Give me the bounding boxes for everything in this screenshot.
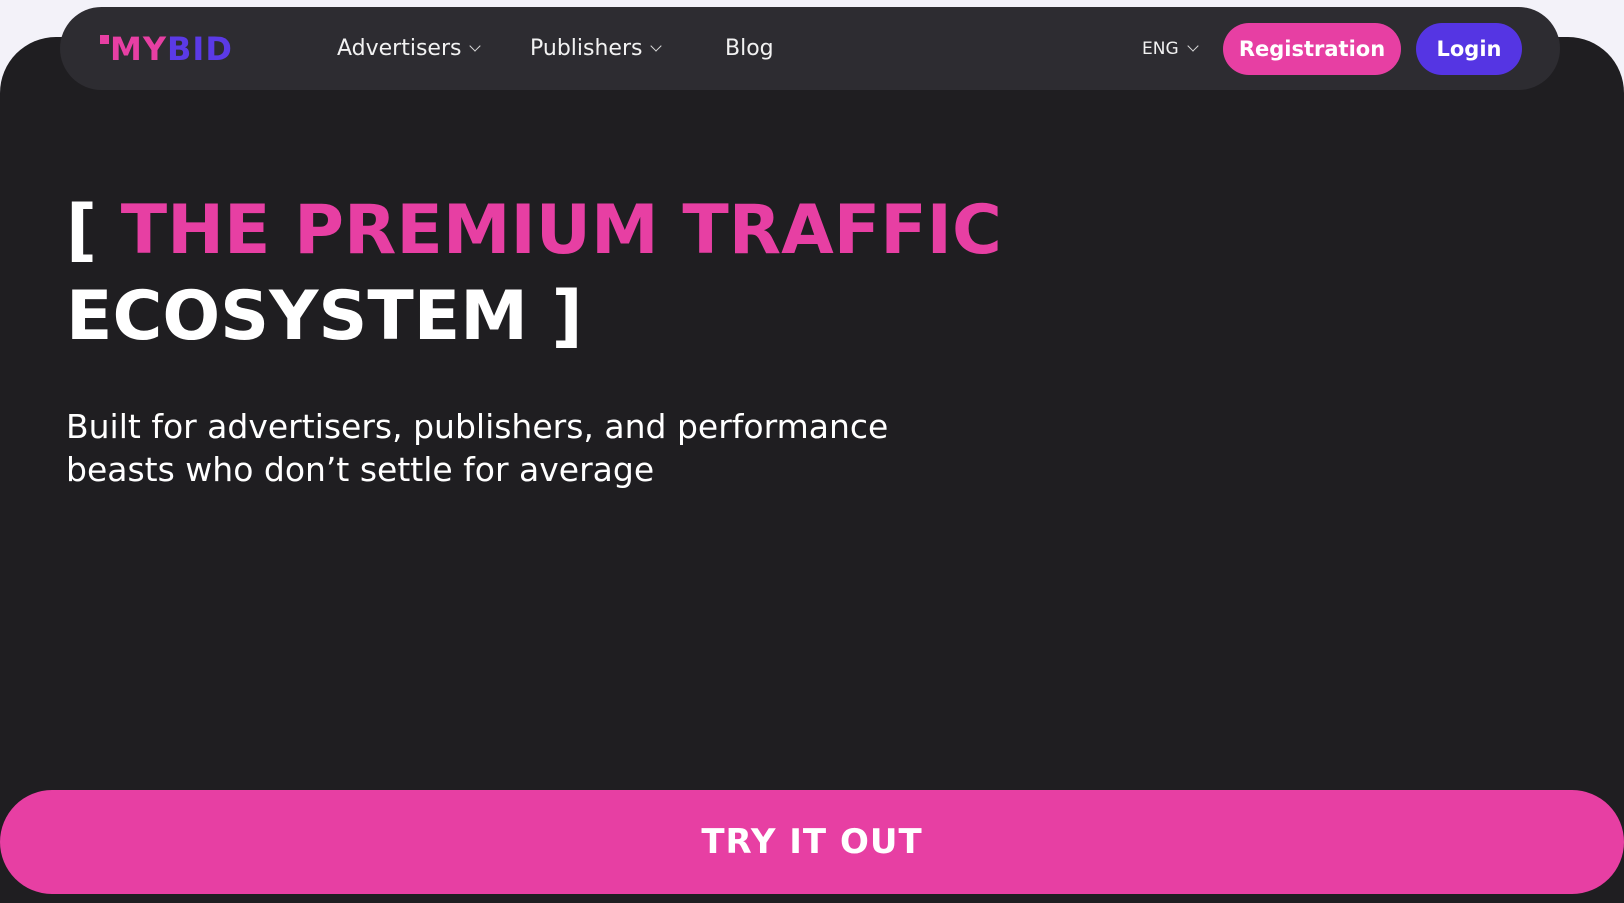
page: MY BID Advertisers Publishers Blog ENG R… bbox=[0, 0, 1624, 903]
nav-advertisers-label: Advertisers bbox=[337, 36, 462, 61]
nav-advertisers-dropdown[interactable]: Advertisers bbox=[337, 7, 482, 90]
language-selector[interactable]: ENG bbox=[1142, 7, 1199, 90]
subtitle-line-2: beasts who don’t settle for average bbox=[66, 450, 655, 489]
nav-publishers-label: Publishers bbox=[530, 36, 643, 61]
logo-tick-mark bbox=[100, 35, 109, 44]
language-label: ENG bbox=[1142, 38, 1179, 59]
logo-text-my: MY bbox=[110, 30, 168, 68]
top-navbar: MY BID Advertisers Publishers Blog ENG R… bbox=[60, 7, 1560, 90]
nav-blog-link[interactable]: Blog bbox=[725, 7, 774, 90]
hero-headline: [ THE PREMIUM TRAFFIC ECOSYSTEM ] bbox=[66, 188, 1002, 360]
headline-rest: ECOSYSTEM ] bbox=[66, 277, 583, 356]
nav-blog-label: Blog bbox=[725, 36, 774, 61]
login-button[interactable]: Login bbox=[1416, 23, 1522, 75]
headline-highlight: THE PREMIUM TRAFFIC bbox=[120, 191, 1002, 270]
registration-button[interactable]: Registration bbox=[1223, 23, 1401, 75]
logo-text-bid: BID bbox=[167, 30, 233, 68]
headline-open-bracket: [ bbox=[66, 191, 98, 270]
nav-publishers-dropdown[interactable]: Publishers bbox=[530, 7, 663, 90]
chevron-down-icon bbox=[469, 40, 482, 52]
subtitle-line-1: Built for advertisers, publishers, and p… bbox=[66, 407, 889, 446]
try-it-out-button[interactable]: TRY IT OUT bbox=[0, 790, 1624, 894]
chevron-down-icon bbox=[1186, 40, 1199, 52]
chevron-down-icon bbox=[650, 40, 663, 52]
mybid-logo[interactable]: MY BID bbox=[100, 29, 233, 69]
hero-subtitle: Built for advertisers, publishers, and p… bbox=[66, 405, 946, 491]
